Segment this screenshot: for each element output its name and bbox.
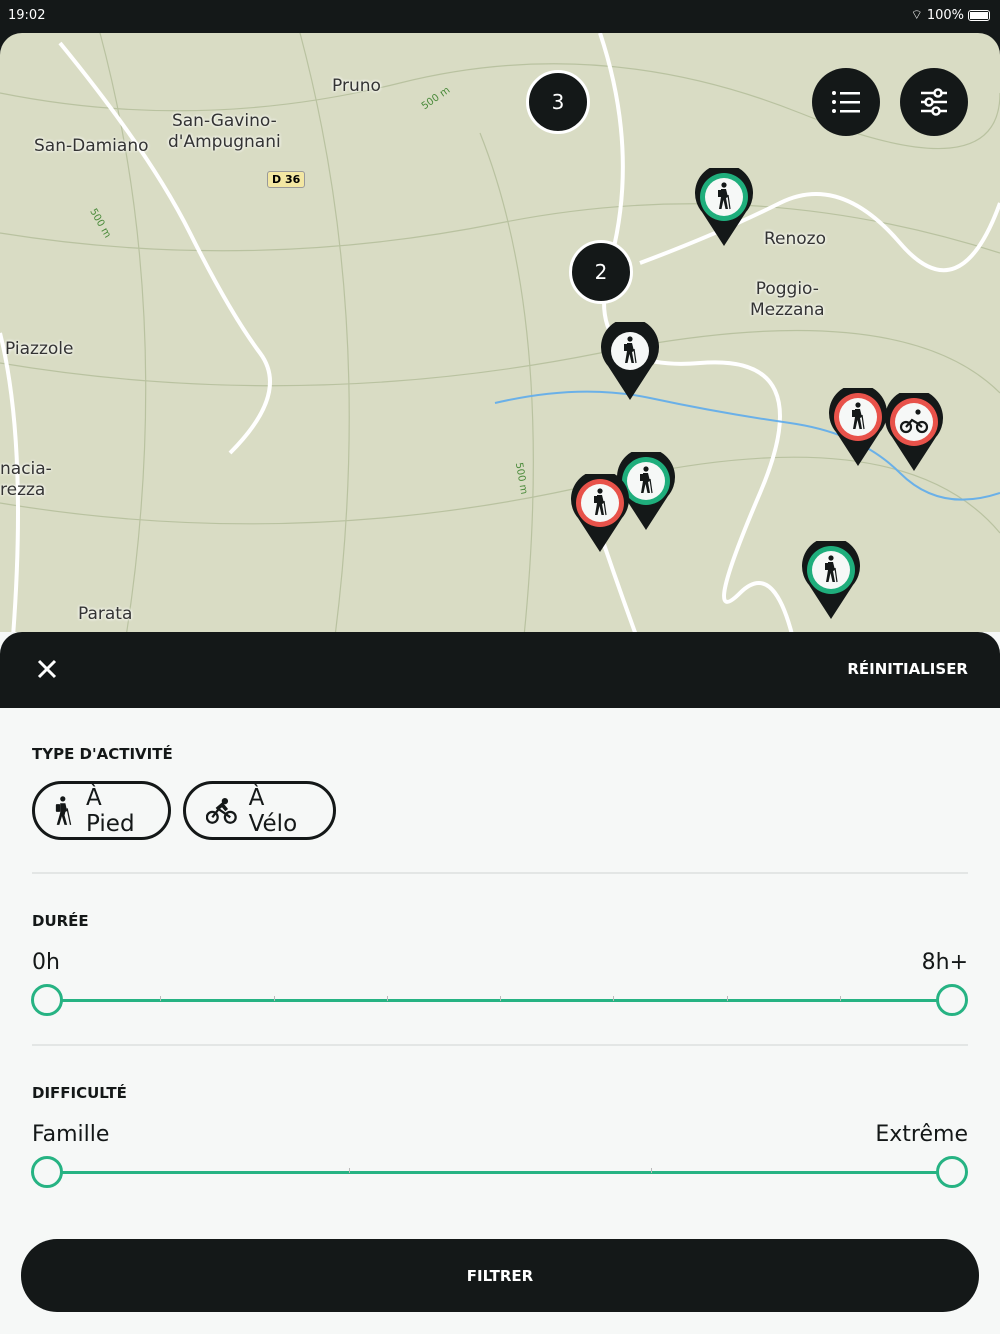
duration-max-handle[interactable] xyxy=(936,984,968,1016)
trail-marker-walk[interactable] xyxy=(694,164,754,248)
slider-tick xyxy=(386,996,388,1001)
close-button[interactable] xyxy=(34,656,60,682)
reset-button[interactable]: RÉINITIALISER xyxy=(847,660,968,678)
slider-tick xyxy=(839,996,841,1001)
place-label: Piazzole xyxy=(5,339,74,359)
trail-marker-bike[interactable] xyxy=(884,389,944,473)
duration-min-handle[interactable] xyxy=(31,984,63,1016)
activity-chip-label: À Pied xyxy=(86,784,135,837)
sliders-icon xyxy=(921,88,947,116)
place-label: Parata xyxy=(78,604,133,624)
slider-tick xyxy=(160,996,162,1001)
slider-tick xyxy=(651,1168,652,1173)
difficulty-max-handle[interactable] xyxy=(936,1156,968,1188)
road-label: D 36 xyxy=(267,171,306,188)
battery-icon xyxy=(968,9,990,21)
activity-chip-bike[interactable]: À Vélo xyxy=(183,781,336,840)
activity-heading: TYPE D'ACTIVITÉ xyxy=(32,745,173,763)
place-label: nacia- rezza xyxy=(0,459,52,500)
trail-marker-walk[interactable] xyxy=(600,318,660,402)
slider-tick xyxy=(273,996,275,1001)
clock: 19:02 xyxy=(8,8,46,23)
battery-level: 100% xyxy=(926,7,964,23)
trail-marker-walk[interactable] xyxy=(570,470,630,554)
trail-marker-walk[interactable] xyxy=(828,384,888,468)
activity-chip-label: À Vélo xyxy=(248,784,298,837)
filter-sheet: RÉINITIALISER TYPE D'ACTIVITÉ À Pied À V… xyxy=(0,632,1000,1334)
wifi-icon: ⌔ xyxy=(910,8,923,23)
place-label: San-Gavino- d'Ampugnani xyxy=(168,111,281,152)
divider xyxy=(32,1044,968,1046)
difficulty-min-label: Famille xyxy=(32,1122,110,1147)
sheet-header: RÉINITIALISER xyxy=(0,632,1000,708)
difficulty-heading: DIFFICULTÉ xyxy=(32,1084,127,1102)
list-view-button[interactable] xyxy=(812,68,880,136)
slider-tick xyxy=(500,996,501,1001)
difficulty-min-handle[interactable] xyxy=(31,1156,63,1188)
place-label: Poggio- Mezzana xyxy=(750,279,825,320)
bike-icon xyxy=(206,797,237,824)
duration-min-label: 0h xyxy=(32,950,60,975)
duration-max-label: 8h+ xyxy=(921,950,968,975)
activity-chip-walk[interactable]: À Pied xyxy=(32,781,171,840)
cluster-marker[interactable]: 2 xyxy=(569,240,633,304)
place-label: Renozo xyxy=(764,229,827,249)
list-icon xyxy=(832,91,860,113)
trail-marker-walk[interactable] xyxy=(801,537,861,621)
difficulty-max-label: Extrême xyxy=(875,1122,968,1147)
close-icon xyxy=(37,659,57,679)
cluster-marker[interactable]: 3 xyxy=(526,70,590,134)
hiker-icon xyxy=(55,795,72,825)
duration-heading: DURÉE xyxy=(32,912,89,930)
filter-button[interactable] xyxy=(900,68,968,136)
slider-tick xyxy=(613,996,615,1001)
map[interactable]: Pruno San-Gavino- d'Ampugnani San-Damian… xyxy=(0,33,1000,673)
status-bar: 19:02 ⌔ 100% xyxy=(0,0,1000,32)
difficulty-slider-track[interactable] xyxy=(47,1171,953,1174)
slider-tick xyxy=(726,996,728,1001)
apply-filter-button[interactable]: FILTRER xyxy=(21,1239,979,1312)
divider xyxy=(32,872,968,874)
place-label: Pruno xyxy=(332,76,381,96)
place-label: San-Damiano xyxy=(34,136,149,156)
slider-tick xyxy=(349,1168,350,1173)
